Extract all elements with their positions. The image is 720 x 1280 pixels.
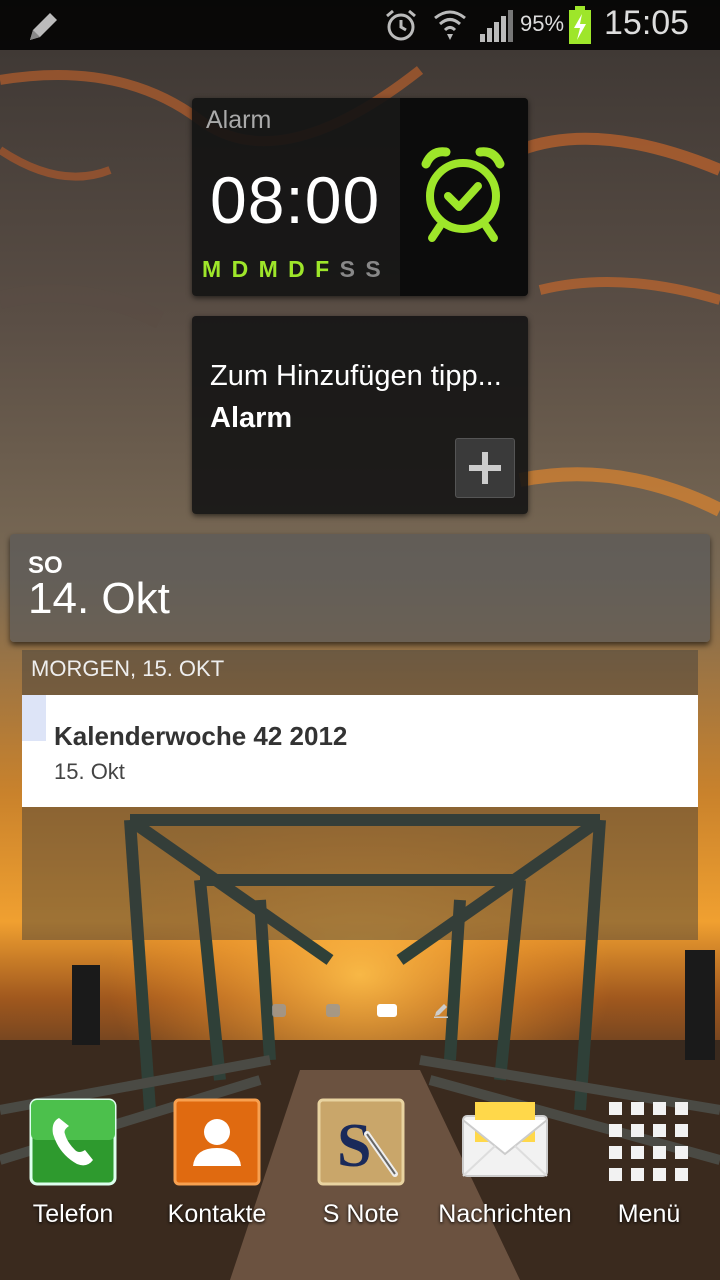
page-dot[interactable] xyxy=(326,1004,340,1017)
add-alarm-label: Alarm xyxy=(210,402,293,434)
day-label: M xyxy=(202,256,224,282)
plus-icon xyxy=(469,452,501,484)
dock-label: Telefon xyxy=(32,1200,114,1228)
contacts-icon xyxy=(173,1098,261,1186)
alarm-time: 08:00 xyxy=(210,163,381,237)
dock-contacts[interactable]: Kontakte xyxy=(152,1098,282,1238)
dock-label: S Note xyxy=(322,1200,400,1228)
apps-grid-icon xyxy=(609,1102,688,1181)
page-dot[interactable] xyxy=(272,1004,286,1017)
page-indicator[interactable] xyxy=(0,998,720,1022)
status-bar[interactable]: 95% 15:05 xyxy=(0,0,720,50)
status-clock: 15:05 xyxy=(604,4,690,42)
dock-label: Menü xyxy=(617,1200,681,1228)
calendar-date: 14. Okt xyxy=(28,574,170,623)
add-alarm-hint: Zum Hinzufügen tipp... xyxy=(210,360,502,392)
wifi-icon xyxy=(432,6,468,49)
battery-charging-icon xyxy=(568,6,592,49)
dock-menu[interactable]: Menü xyxy=(584,1098,714,1238)
day-label: D xyxy=(231,256,251,282)
pencil-icon xyxy=(26,8,62,49)
alarm-icon xyxy=(383,7,419,48)
page-dot-active[interactable] xyxy=(377,1004,397,1017)
dock-messages[interactable]: Nachrichten xyxy=(438,1098,572,1238)
calendar-section-label: MORGEN, 15. OKT xyxy=(31,656,225,681)
day-label: S xyxy=(339,256,357,282)
event-color-marker xyxy=(22,695,46,741)
calendar-widget-body[interactable]: MORGEN, 15. OKT Kalenderwoche 42 2012 15… xyxy=(22,650,698,940)
day-label: F xyxy=(315,256,332,282)
signal-icon xyxy=(480,10,514,47)
alarm-clock-check-icon xyxy=(421,147,505,242)
event-title: Kalenderwoche 42 2012 xyxy=(54,721,348,751)
edit-page-icon[interactable] xyxy=(433,1002,449,1023)
day-label: D xyxy=(288,256,307,282)
dock-s-note[interactable]: S S Note xyxy=(296,1098,426,1238)
dock-label: Nachrichten xyxy=(438,1200,572,1228)
alarm-days: M D M D F S S xyxy=(202,256,383,283)
svg-text:S: S xyxy=(337,1112,371,1180)
alarm-toggle[interactable] xyxy=(400,98,528,296)
phone-icon xyxy=(29,1098,117,1186)
s-note-icon: S xyxy=(317,1098,405,1186)
add-alarm-button[interactable] xyxy=(455,438,515,498)
alarm-widget[interactable]: Alarm 08:00 M D M D F S S xyxy=(192,98,528,296)
alarm-widget-title: Alarm xyxy=(206,106,272,134)
day-label: M xyxy=(258,256,280,282)
dock-phone[interactable]: Telefon xyxy=(8,1098,138,1238)
messages-icon xyxy=(462,1102,548,1177)
calendar-widget-header[interactable]: SO 14. Okt xyxy=(10,534,710,642)
add-alarm-widget[interactable]: Zum Hinzufügen tipp... Alarm xyxy=(192,316,528,514)
calendar-event[interactable]: Kalenderwoche 42 2012 15. Okt xyxy=(22,695,698,807)
event-date: 15. Okt xyxy=(54,759,125,784)
battery-percent: 95% xyxy=(520,11,565,36)
dock-label: Kontakte xyxy=(167,1200,267,1228)
day-label: S xyxy=(365,256,383,282)
